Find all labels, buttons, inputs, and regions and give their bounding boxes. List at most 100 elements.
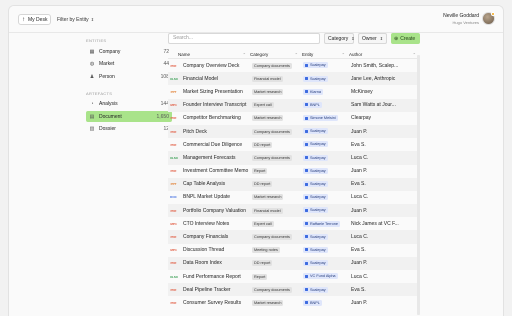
- entities-list: ▦ Company 72 ◍ Market 44 ♟ Person 108: [86, 46, 172, 82]
- table-row[interactable]: PDF Company Overview Deck Company document…: [168, 59, 420, 72]
- document-name[interactable]: Pitch Deck: [183, 129, 207, 135]
- document-name[interactable]: Company Financials: [183, 234, 228, 240]
- user-name: Neville Goddard: [443, 12, 479, 19]
- sidebar-item-company[interactable]: ▦ Company 72: [86, 46, 172, 57]
- author-cell: John Smith, Scalep...: [351, 62, 399, 69]
- document-name[interactable]: Company Overview Deck: [183, 63, 239, 69]
- table-row[interactable]: PDF Competitor Benchmarking Market researc…: [168, 112, 420, 125]
- table-row[interactable]: PDF Deal Pipeline Tracker Company document…: [168, 283, 420, 297]
- column-header-name[interactable]: Name ⌃: [168, 52, 250, 57]
- table-row[interactable]: XLSX Financial Model Financial model Scalep…: [168, 72, 420, 86]
- table-row[interactable]: MP4 Discussion Thread Meeting notes Scalepa…: [168, 244, 420, 257]
- top-bar: ↑ My Desk Filter by Entity ⇕ Neville God…: [9, 6, 503, 33]
- category-chip: Company documents: [252, 286, 292, 293]
- entity-chip[interactable]: Scalepay: [303, 141, 328, 148]
- entity-chip[interactable]: Scalepay: [303, 167, 328, 174]
- document-name[interactable]: Founder Interview Transcript: [183, 102, 246, 108]
- table-row[interactable]: XLSX Fund Performance Report Report VC Fund…: [168, 270, 420, 283]
- author-cell: Luca C.: [351, 154, 369, 161]
- filter-by-entity-dropdown[interactable]: Filter by Entity ⇕: [57, 14, 94, 25]
- category-chip: Financial model: [252, 207, 283, 214]
- avatar[interactable]: [482, 12, 495, 25]
- entity-icon: [305, 156, 308, 160]
- entity-chip[interactable]: Scalepay: [303, 286, 328, 293]
- document-name[interactable]: BNPL Market Update: [183, 194, 230, 200]
- table-row[interactable]: PDF Consumer Survey Results Market researc…: [168, 296, 420, 309]
- entity-chip[interactable]: Simone Melsini: [303, 115, 338, 122]
- document-name[interactable]: Fund Performance Report: [183, 274, 241, 280]
- entity-chip[interactable]: Scalepay: [303, 260, 328, 267]
- table-row[interactable]: DOC BNPL Market Update Market research Scal…: [168, 191, 420, 204]
- sidebar-item-analysis[interactable]: ◔ Analysis 144: [86, 99, 172, 110]
- column-header-category[interactable]: Category ⌃: [250, 52, 302, 57]
- entity-chip[interactable]: Klarna: [303, 88, 323, 95]
- table-row[interactable]: PDF Portfolio Company Valuation Financial …: [168, 204, 420, 218]
- owner-filter-dropdown[interactable]: Owner ⇕: [358, 33, 387, 44]
- table-row[interactable]: PDF Company Financials Company documents Sc…: [168, 230, 420, 244]
- file-type-icon: MP4: [170, 221, 177, 226]
- document-name[interactable]: Discussion Thread: [183, 247, 224, 253]
- table-row[interactable]: PPT Market Sizing Presentation Market rese…: [168, 85, 420, 98]
- file-type-icon: XLSX: [170, 76, 178, 81]
- sidebar-item-market[interactable]: ◍ Market 44: [86, 59, 172, 70]
- entity-chip[interactable]: Scalepay: [303, 154, 328, 161]
- table-row[interactable]: XLSX Management Forecasts Company document…: [168, 151, 420, 165]
- user-org: Hugo Ventures: [452, 19, 479, 25]
- document-name[interactable]: Portfolio Company Valuation: [183, 208, 246, 214]
- author-cell: Juan P.: [351, 299, 368, 306]
- user-profile[interactable]: Neville Goddard Hugo Ventures: [443, 12, 495, 25]
- document-name[interactable]: Commercial Due Diligence: [183, 142, 242, 148]
- entity-chip[interactable]: Scalepay: [303, 62, 328, 69]
- entity-chip[interactable]: Scalepay: [303, 246, 328, 253]
- table-row[interactable]: PDF Investment Committee Memo Report Scalep…: [168, 165, 420, 178]
- sidebar-item-document[interactable]: ▤ Document 1,650: [86, 111, 172, 122]
- document-name[interactable]: Deal Pipeline Tracker: [183, 287, 231, 293]
- entity-chip[interactable]: Scalepay: [303, 194, 328, 201]
- entity-chip[interactable]: BNPL: [303, 101, 322, 108]
- entity-chip[interactable]: BNPL: [303, 299, 322, 306]
- sidebar-item-dossier[interactable]: ▥ Dossier 12: [86, 124, 172, 135]
- author-cell: Eva S.: [351, 181, 366, 188]
- file-type-icon: PDF: [170, 208, 177, 213]
- category-chip: Market research: [252, 194, 284, 201]
- table-row[interactable]: PDF Pitch Deck Company documents Scalepay Ju…: [168, 124, 420, 139]
- search-input[interactable]: Search...: [168, 33, 320, 44]
- document-name[interactable]: Competitor Benchmarking: [183, 115, 241, 121]
- document-name[interactable]: CTO Interview Notes: [183, 221, 229, 227]
- document-name[interactable]: Management Forecasts: [183, 155, 236, 161]
- entity-chip[interactable]: Scalepay: [303, 233, 328, 240]
- document-name[interactable]: Financial Model: [183, 76, 218, 82]
- table-row[interactable]: PPT Cap Table Analysis DD report Scalepay Ev…: [168, 177, 420, 191]
- entity-chip[interactable]: Scalepay: [303, 181, 328, 188]
- entity-chip[interactable]: VC Fund Alpha: [303, 273, 338, 280]
- document-name[interactable]: Market Sizing Presentation: [183, 89, 243, 95]
- scrollbar[interactable]: [417, 55, 420, 315]
- entity-chip[interactable]: Raffaele Terrone: [303, 220, 340, 227]
- document-name[interactable]: Data Room Index: [183, 260, 222, 266]
- entity-label: Scalepay: [310, 142, 326, 147]
- column-header-entity[interactable]: Entity ⌃: [302, 52, 349, 57]
- file-type-icon: XLSX: [170, 155, 178, 160]
- author-cell: Luca C.: [351, 234, 369, 241]
- table-row[interactable]: PDF Commercial Due Diligence DD report Scal…: [168, 138, 420, 151]
- category-filter-dropdown[interactable]: Category ⇕: [324, 33, 355, 44]
- my-desk-button[interactable]: ↑ My Desk: [18, 14, 51, 25]
- column-header-author[interactable]: Author ⌃: [349, 52, 420, 57]
- entity-chip[interactable]: Scalepay: [303, 207, 328, 214]
- entity-chip[interactable]: Scalepay: [303, 128, 328, 135]
- create-button[interactable]: ⊕ Create: [391, 33, 420, 44]
- document-name[interactable]: Cap Table Analysis: [183, 181, 225, 187]
- entity-chip[interactable]: Scalepay: [303, 75, 328, 82]
- table-row[interactable]: MP4 Founder Interview Transcript Expert ca…: [168, 98, 420, 112]
- sidebar-item-person[interactable]: ♟ Person 108: [86, 71, 172, 82]
- file-type-icon: PDF: [170, 261, 177, 266]
- file-type-icon: PDF: [170, 63, 177, 68]
- filter-label: Filter by Entity: [57, 16, 89, 23]
- sidebar-item-label: Person: [99, 73, 115, 80]
- sidebar-item-label: Dossier: [99, 126, 116, 132]
- document-name[interactable]: Investment Committee Memo: [183, 168, 248, 174]
- document-name[interactable]: Consumer Survey Results: [183, 300, 241, 306]
- sidebar: ENTITIES ▦ Company 72 ◍ Market 44 ♟ Person 108 A…: [86, 38, 172, 136]
- table-row[interactable]: MP4 CTO Interview Notes Expert call Raffael…: [168, 217, 420, 230]
- table-row[interactable]: PDF Data Room Index DD report Scalepay Juan …: [168, 256, 420, 270]
